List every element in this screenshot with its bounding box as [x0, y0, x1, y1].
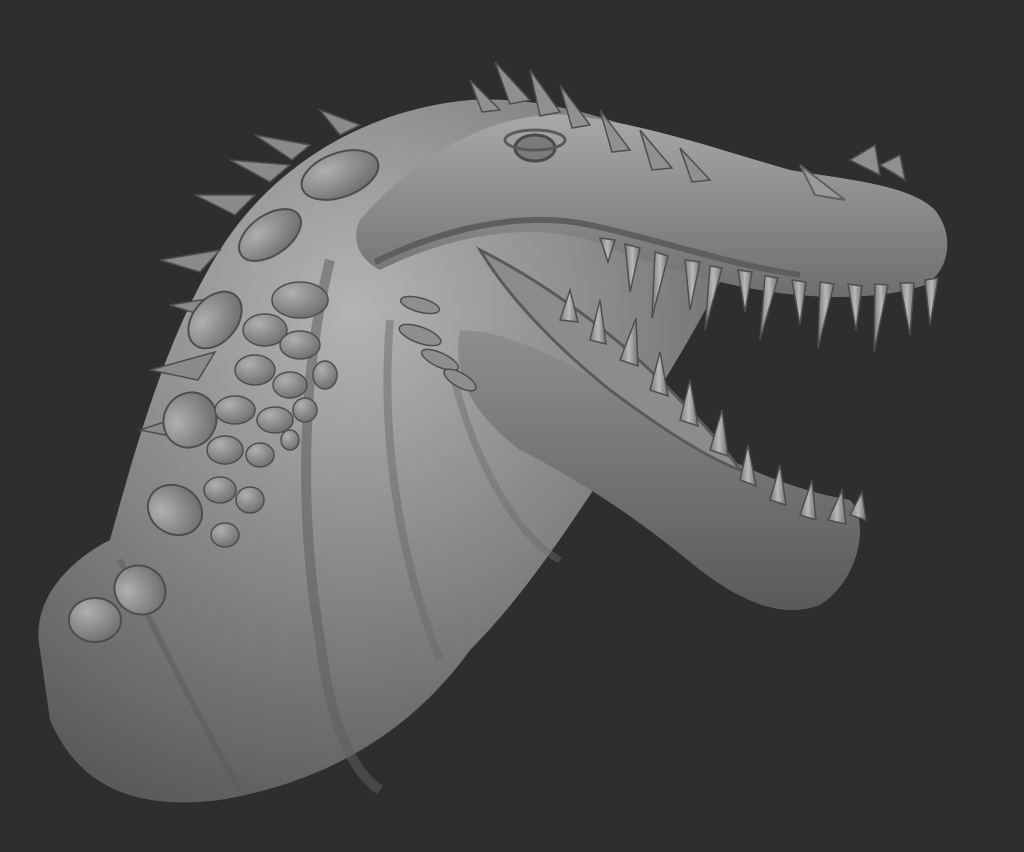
- dinosaur-head-sculpt: [38, 61, 948, 803]
- sculpt-viewport[interactable]: [0, 0, 1024, 852]
